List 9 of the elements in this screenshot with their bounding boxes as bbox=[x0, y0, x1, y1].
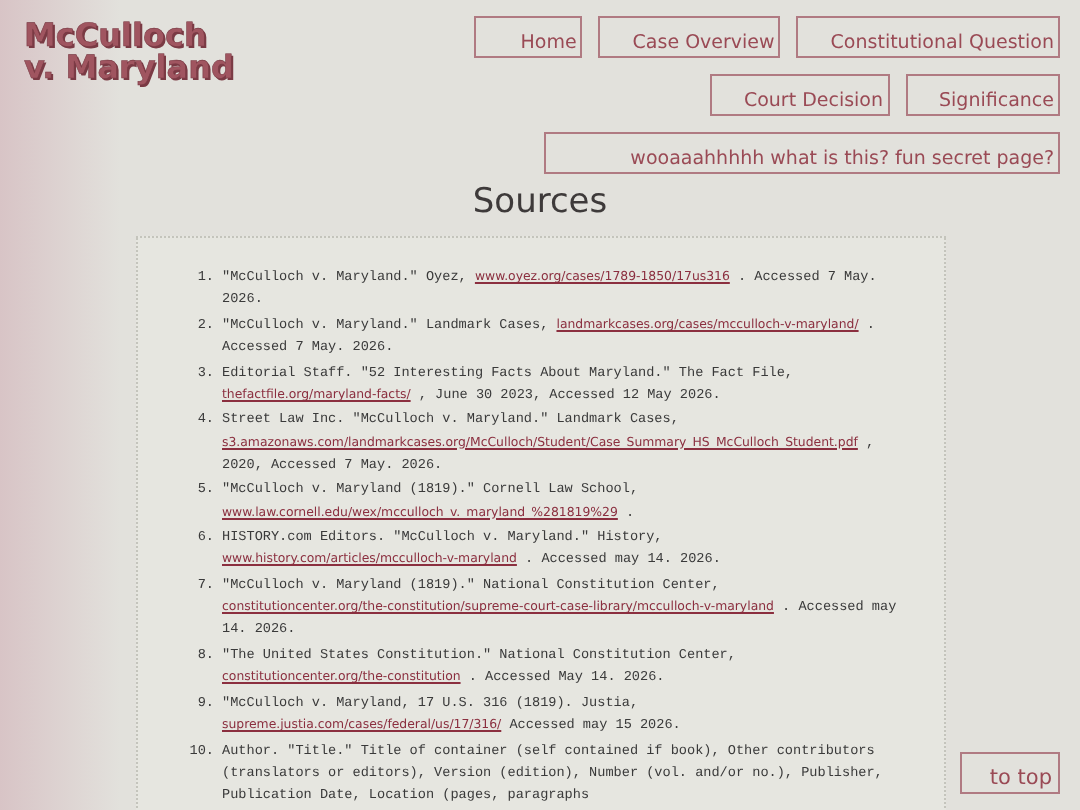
nav-button[interactable]: Constitutional Question bbox=[796, 16, 1060, 58]
nav-button[interactable]: wooaaahhhhh what is this? fun secret page? bbox=[544, 132, 1060, 174]
site-title: McCulloch v. Maryland bbox=[24, 20, 234, 90]
page-heading: Sources bbox=[470, 182, 610, 222]
nav-button[interactable]: Court Decision bbox=[709, 74, 890, 116]
nav-button[interactable]: Case Overview bbox=[598, 16, 781, 58]
to-top-button[interactable]: to top bbox=[959, 752, 1060, 794]
nav-button[interactable]: Home bbox=[474, 16, 583, 58]
nav-button[interactable]: Significance bbox=[905, 74, 1060, 116]
